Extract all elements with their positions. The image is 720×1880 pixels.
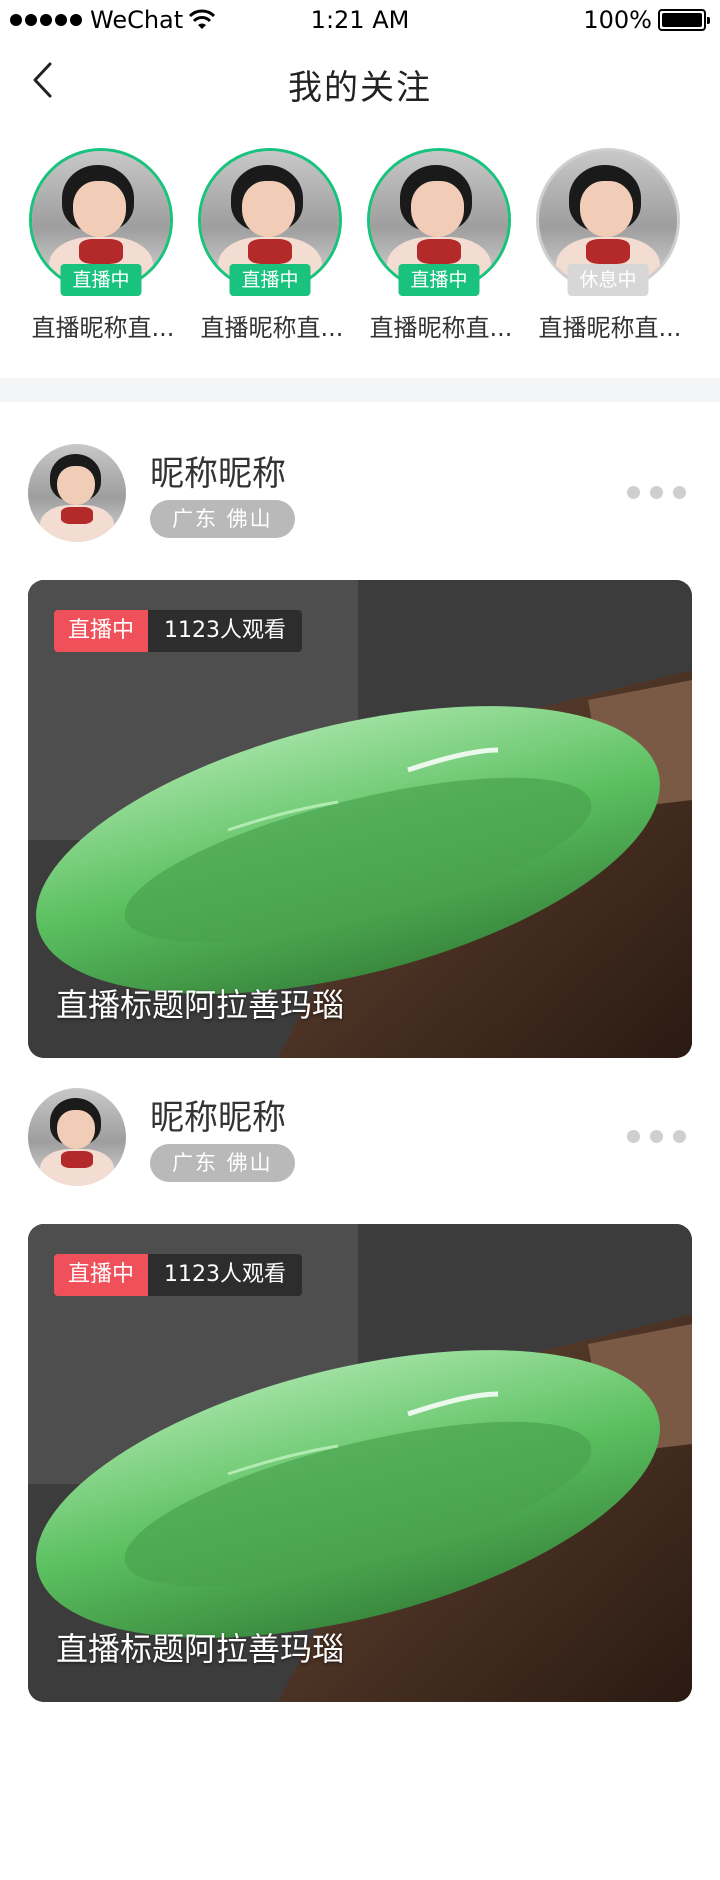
author-row: 昵称昵称 广东 佛山 — [0, 444, 720, 564]
feed-card: 昵称昵称 广东 佛山 直播中 1123人观看 直播标题阿拉善玛瑙 — [0, 444, 720, 1058]
dot-icon — [650, 1130, 663, 1143]
live-status-tag: 直播中 1123人观看 — [54, 610, 303, 652]
live-badge: 直播中 — [229, 264, 311, 296]
following-item[interactable]: 直播中 直播昵称直... — [197, 148, 343, 343]
live-badge: 直播中 — [398, 264, 480, 296]
location-tag: 广东 佛山 — [150, 500, 295, 538]
author-avatar[interactable] — [28, 1088, 126, 1186]
following-item[interactable]: 直播中 直播昵称直... — [366, 148, 512, 343]
following-name: 直播昵称直... — [31, 314, 175, 342]
status-bar: WeChat 1:21 AM 100% — [0, 0, 720, 40]
following-name: 直播昵称直... — [200, 314, 344, 342]
battery-percent: 100% — [583, 6, 652, 34]
following-item[interactable]: 休息中 直播昵称直... — [535, 148, 681, 343]
following-name: 直播昵称直... — [369, 314, 513, 342]
live-label: 直播中 — [54, 1254, 149, 1296]
feed-card: 昵称昵称 广东 佛山 直播中 1123人观看 直播标题阿拉善玛瑙 — [0, 1088, 720, 1702]
following-strip: 直播中 直播昵称直... 直播中 直播昵称直... 直播中 直播昵称直... 休… — [0, 148, 720, 348]
following-name: 直播昵称直... — [538, 314, 682, 342]
live-badge: 直播中 — [60, 264, 142, 296]
following-item[interactable]: 直播中 直播昵称直... — [28, 148, 174, 343]
page-title: 我的关注 — [288, 68, 432, 108]
author-name: 昵称昵称 — [150, 1098, 286, 1138]
author-name: 昵称昵称 — [150, 454, 286, 494]
battery-icon — [658, 9, 710, 31]
location-tag: 广东 佛山 — [150, 1144, 295, 1182]
viewer-count: 1123人观看 — [148, 1254, 303, 1296]
more-options-button[interactable] — [621, 480, 692, 505]
viewer-count: 1123人观看 — [148, 610, 303, 652]
live-title: 直播标题阿拉善玛瑙 — [56, 1630, 345, 1668]
live-title: 直播标题阿拉善玛瑙 — [56, 986, 345, 1024]
live-label: 直播中 — [54, 610, 149, 652]
nav-bar: 我的关注 — [0, 40, 720, 120]
dot-icon — [627, 1130, 640, 1143]
dot-icon — [673, 486, 686, 499]
section-divider — [0, 378, 720, 402]
status-right: 100% — [583, 6, 710, 34]
live-cover[interactable]: 直播中 1123人观看 直播标题阿拉善玛瑙 — [28, 580, 692, 1058]
resting-badge: 休息中 — [567, 264, 649, 296]
dot-icon — [673, 1130, 686, 1143]
more-options-button[interactable] — [621, 1124, 692, 1149]
dot-icon — [627, 486, 640, 499]
author-row: 昵称昵称 广东 佛山 — [0, 1088, 720, 1208]
live-cover[interactable]: 直播中 1123人观看 直播标题阿拉善玛瑙 — [28, 1224, 692, 1702]
dot-icon — [650, 486, 663, 499]
live-status-tag: 直播中 1123人观看 — [54, 1254, 303, 1296]
author-avatar[interactable] — [28, 444, 126, 542]
